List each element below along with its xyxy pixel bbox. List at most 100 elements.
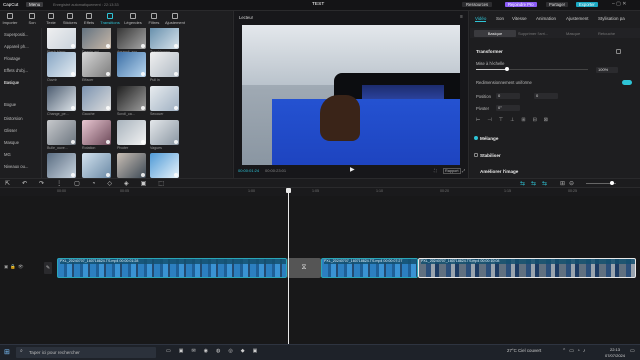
category-item[interactable]: Distorsion [4,116,23,121]
playhead-handle[interactable] [286,188,291,193]
taskbar-search[interactable]: ⌕ Taper ici pour rechercher [16,347,156,358]
start-icon[interactable]: ⊞ [4,348,10,356]
category-item[interactable]: Niveaux ou... [4,164,28,169]
transition-thumbnail[interactable] [150,28,179,49]
track-controls[interactable]: ▣🔒👁 [4,264,26,270]
download-icon[interactable] [141,72,145,76]
download-icon[interactable] [106,140,110,144]
download-icon[interactable] [141,140,145,144]
timeline-clip[interactable]: PXL_20240707_160718624.TS.mp4 00:00:01:2… [57,258,287,278]
transition-thumbnail[interactable] [82,86,111,111]
export-button[interactable]: Exporter [576,2,598,7]
tab-effets[interactable]: Effets [80,13,98,25]
download-icon[interactable] [141,173,145,177]
section-blend[interactable]: Mélange [480,136,498,141]
join-pro-button[interactable]: Rejoindre Pro [505,2,537,7]
download-icon[interactable] [174,140,178,144]
transform-checkbox[interactable] [616,49,621,54]
download-icon[interactable] [71,140,75,144]
transition-thumbnail[interactable] [150,52,179,77]
download-icon[interactable] [174,106,178,110]
expand-icon[interactable]: ⤢ [462,168,465,173]
system-tray-icons[interactable]: ⌃▭◔♪ [562,348,588,354]
category-item[interactable]: Appareil ph... [4,44,29,49]
transition-thumbnail[interactable] [47,52,76,77]
taskbar-apps[interactable]: ▭▣✉◉◍◎◆▣ [166,348,265,354]
download-icon[interactable] [71,72,75,76]
tab-audio[interactable]: Son [496,16,504,21]
download-icon[interactable] [141,106,145,110]
category-item[interactable]: Superpositi... [4,32,28,37]
timeline-clip[interactable]: PXL_20240707_160718624.TS.mp4 00:00:07:2… [321,258,418,278]
tab-speed[interactable]: Vitesse [512,16,527,21]
tab-stickers[interactable]: Stickers [61,13,79,25]
transition-thumbnail[interactable] [117,52,146,77]
alignment-buttons[interactable]: ⊢⊣⊤⊥⊞⊟⊠ [476,117,626,125]
subtab-mask[interactable]: Masque [566,31,580,36]
timeline-ruler[interactable]: 00:00 00:05 1:00 1:05 1:10 00:20 1:15 00:25 [0,188,640,196]
stabilize-checkbox[interactable] [474,153,478,157]
download-icon[interactable] [71,173,75,177]
transition-thumbnail[interactable] [47,153,76,178]
download-icon[interactable] [174,44,178,48]
tab-legendes[interactable]: Légendes [123,13,143,25]
tab-filtres[interactable]: Filtres [145,13,163,25]
tab-texte[interactable]: Texte [42,13,60,25]
resources-button[interactable]: Ressources [462,2,493,7]
uniform-scale-toggle[interactable] [622,80,632,85]
transition-thumbnail[interactable] [117,120,146,145]
snap-tools[interactable]: ⇆⇆⇆ [520,180,553,187]
download-icon[interactable] [106,44,110,48]
transition-thumbnail[interactable] [82,28,111,49]
transition-thumbnail[interactable] [150,86,179,111]
category-item[interactable]: MG [4,152,11,157]
category-item[interactable]: Masque [4,140,19,145]
scale-input[interactable]: 100% [596,67,618,73]
edit-tools[interactable]: ⇱↶↷⋮▢◔◇◈▣⬚ [5,180,176,187]
transition-thumbnail[interactable] [47,28,76,49]
zoom-slider[interactable] [586,181,616,185]
transition-thumbnail[interactable] [117,28,146,49]
tab-video[interactable]: Vidéo [475,16,487,22]
position-y-input[interactable]: 0 [534,93,558,99]
rotate-input[interactable]: 0° [496,105,520,111]
tab-stylize[interactable]: Stylisation pa [598,16,625,21]
download-icon[interactable] [174,173,178,177]
share-button[interactable]: Partager [546,2,569,7]
tab-ajustement[interactable]: Ajustement [164,13,186,25]
menu-button[interactable]: Menu [26,2,44,7]
position-x-input[interactable]: 0 [496,93,520,99]
transition-thumbnail[interactable] [82,120,111,145]
download-icon[interactable] [106,173,110,177]
cover-button[interactable]: ✎ [44,262,52,274]
download-icon[interactable] [106,72,110,76]
download-icon[interactable] [71,106,75,110]
subtab-basic[interactable]: Basique [474,30,516,37]
project-title[interactable]: TEST [312,2,324,7]
transition-marker[interactable]: ⧖ [287,258,321,278]
category-item-active[interactable]: Basique [4,80,19,85]
transition-thumbnail[interactable] [117,86,146,111]
blend-checkbox[interactable] [474,136,478,140]
scale-slider-track[interactable] [476,67,588,71]
tab-son[interactable]: Son [23,13,41,25]
weather-widget[interactable]: 27°C Ciel couvert [507,348,541,353]
fullscreen-icon[interactable]: ⛶ [434,168,437,173]
transition-thumbnail[interactable] [47,86,76,111]
tab-animation[interactable]: Animation [536,16,556,21]
play-button[interactable]: ▶ [350,166,355,173]
window-controls[interactable]: – ▢ ✕ [612,1,626,7]
category-item[interactable]: Glisser [4,128,17,133]
tab-transitions[interactable]: Transitions [99,13,121,25]
transition-thumbnail[interactable] [82,153,111,178]
playhead[interactable] [286,188,291,344]
transition-thumbnail[interactable] [150,153,179,178]
subtab-retouch[interactable]: Retouche [598,31,615,36]
tab-adjust[interactable]: Ajustement [566,16,589,21]
video-preview[interactable] [242,25,460,165]
tab-importer[interactable]: Importer [1,13,19,25]
section-stabilize[interactable]: Stabiliser [480,153,501,158]
transition-thumbnail[interactable] [117,153,146,178]
download-icon[interactable] [106,106,110,110]
transition-thumbnail[interactable] [47,120,76,145]
